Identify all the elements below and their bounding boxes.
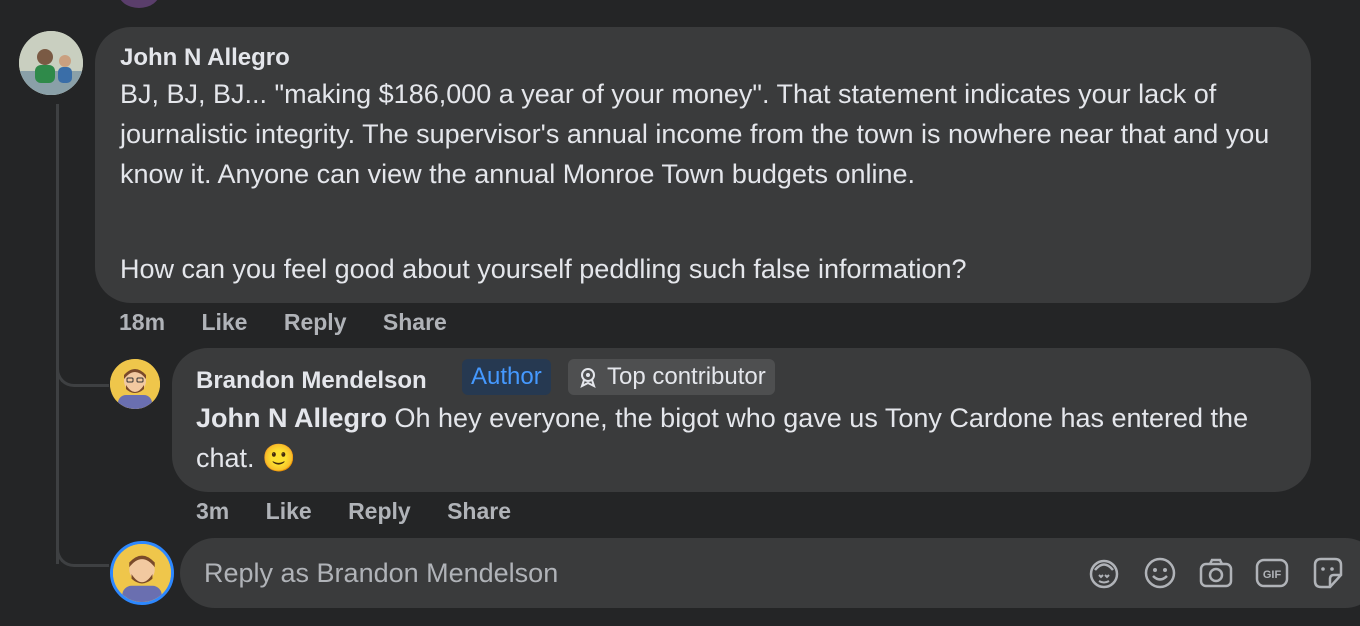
composer-avatar[interactable] (110, 541, 174, 605)
share-button[interactable]: Share (383, 309, 447, 335)
reply-composer[interactable]: Reply as Brandon Mendelson GIF (180, 538, 1360, 608)
profile-photo-icon (19, 31, 83, 95)
reply-actions: 3m Like Reply Share (196, 498, 541, 525)
thread-connector-composer (56, 520, 109, 567)
reply-share-button[interactable]: Share (447, 498, 511, 524)
author-badge: Author (462, 359, 551, 395)
thread-line (56, 104, 59, 564)
reply-bubble: Brandon Mendelson Author Top contributor… (172, 348, 1311, 492)
reply-button[interactable]: Reply (284, 309, 347, 335)
reply-input[interactable]: Reply as Brandon Mendelson (204, 558, 558, 589)
profile-photo-icon (110, 359, 160, 409)
comment-paragraph-1: BJ, BJ, BJ... "making $186,000 a year of… (120, 79, 1270, 189)
avatar-sticker-icon[interactable] (1086, 555, 1122, 591)
reply-avatar[interactable] (110, 359, 160, 409)
mention-link[interactable]: John N Allegro (196, 403, 387, 433)
top-contributor-badge: Top contributor (568, 359, 775, 395)
reply-author[interactable]: Brandon Mendelson (196, 367, 427, 395)
camera-icon[interactable] (1198, 555, 1234, 591)
composer-tools: GIF (1066, 555, 1346, 591)
gif-icon[interactable]: GIF (1254, 555, 1290, 591)
comment-bubble: John N Allegro BJ, BJ, BJ... "making $18… (95, 27, 1311, 303)
like-button[interactable]: Like (201, 309, 247, 335)
reply-reply-button[interactable]: Reply (348, 498, 411, 524)
thread-connector-reply (56, 340, 109, 387)
svg-text:GIF: GIF (1263, 569, 1282, 581)
sticker-icon[interactable] (1310, 555, 1346, 591)
profile-photo-icon (113, 544, 171, 602)
reply-like-button[interactable]: Like (266, 498, 312, 524)
emoji-icon[interactable] (1142, 555, 1178, 591)
previous-comment-avatar (118, 0, 160, 8)
comment-author[interactable]: John N Allegro (120, 44, 290, 72)
top-contributor-icon (580, 368, 596, 388)
top-contributor-label: Top contributor (607, 363, 766, 390)
comment-paragraph-2: How can you feel good about yourself ped… (120, 254, 967, 284)
reply-timestamp[interactable]: 3m (196, 498, 229, 524)
comment-actions: 18m Like Reply Share (119, 309, 477, 336)
comment-timestamp[interactable]: 18m (119, 309, 165, 335)
avatar[interactable] (19, 31, 83, 95)
reply-text: John N Allegro Oh hey everyone, the bigo… (196, 398, 1276, 478)
